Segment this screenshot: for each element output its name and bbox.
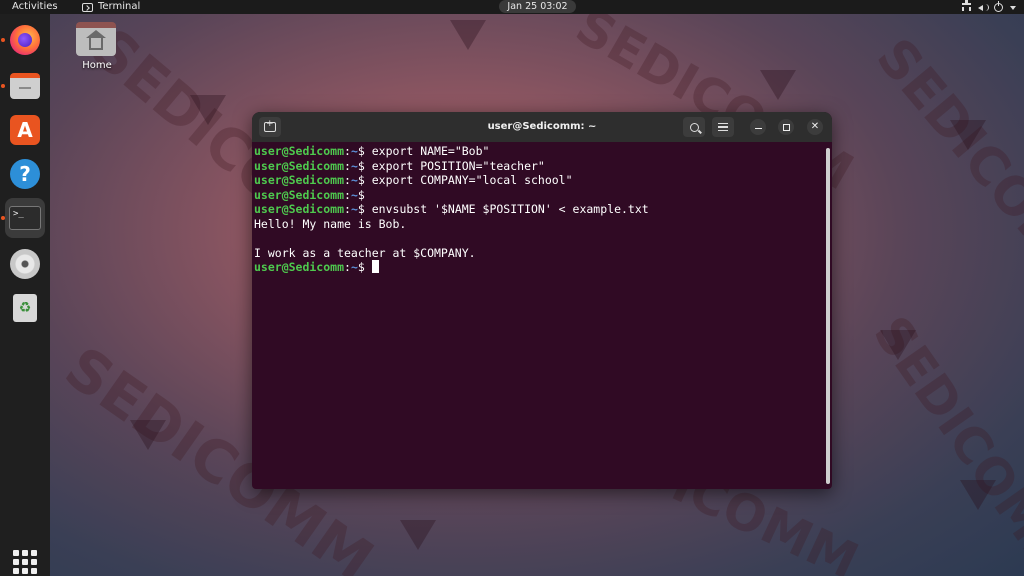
terminal-window[interactable]: user@Sedicomm: ~ ✕ user@Sedicomm:~$ expo… [252,112,832,489]
output-text: Hello! My name is Bob. [254,216,407,231]
prompt-path: ~ [350,173,358,187]
terminal-icon [82,2,93,12]
terminal-line: user@Sedicomm:~$ export POSITION="teache… [254,159,824,174]
command-text: export POSITION="teacher" [371,158,545,173]
close-button[interactable]: ✕ [807,119,823,135]
prompt-separator: : [344,144,351,158]
prompt-separator: : [344,260,351,274]
scrollbar[interactable] [826,148,830,484]
prompt-path: ~ [350,202,358,216]
prompt-user: user@Sedicomm [254,173,345,187]
clock[interactable]: Jan 25 03:02 [499,0,576,13]
dock-files[interactable] [5,66,45,106]
disc-icon [10,249,40,279]
watermark-triangle [400,520,436,550]
watermark-triangle [190,95,226,125]
terminal-line: user@Sedicomm:~$ export COMPANY="local s… [254,173,824,188]
text-cursor [371,260,379,273]
watermark-triangle [760,70,796,100]
network-icon [962,0,971,12]
prompt-path: ~ [350,260,358,274]
home-folder-icon [76,22,116,56]
maximize-button[interactable] [778,119,794,135]
minimize-button[interactable] [750,119,766,135]
dock-help[interactable]: ? [5,154,45,194]
command-text: export COMPANY="local school" [371,173,573,187]
watermark-text: SEDICOMM [864,27,1024,313]
trash-icon: ♻ [13,294,37,322]
window-title: user@Sedicomm: ~ [487,121,597,132]
command-text: export NAME="Bob" [371,144,490,158]
hamburger-menu-icon [718,123,728,131]
dock-trash[interactable]: ♻ [5,288,45,328]
search-button[interactable] [683,117,705,137]
minimize-icon [754,127,762,130]
top-bar: Activities Terminal Jan 25 03:02 [0,0,1024,14]
prompt-path: ~ [350,187,358,202]
command-text: envsubst '$NAME $POSITION' < example.txt [371,202,649,216]
prompt-symbol: $ [357,158,372,173]
terminal-titlebar[interactable]: user@Sedicomm: ~ ✕ [252,112,832,142]
terminal-line: Hello! My name is Bob. [254,217,824,232]
prompt-user: user@Sedicomm [254,187,345,202]
desktop-home-label: Home [82,60,112,71]
close-icon: ✕ [810,121,820,132]
terminal-line: user@Sedicomm:~$ [254,260,824,275]
prompt-user: user@Sedicomm [254,144,345,158]
watermark-triangle [960,480,996,510]
help-icon: ? [10,159,40,189]
terminal-output[interactable]: user@Sedicomm:~$ export NAME="Bob" user@S… [252,142,824,489]
output-text: I work as a teacher at $COMPANY. [254,245,476,260]
prompt-path: ~ [350,144,358,158]
dock-terminal[interactable]: >_ [5,198,45,238]
prompt-symbol: $ [357,202,372,216]
dock-software[interactable]: A [5,110,45,150]
files-icon [10,73,40,99]
terminal-line: I work as a teacher at $COMPANY. [254,246,824,261]
search-icon [689,122,699,132]
prompt-separator: : [344,173,351,187]
watermark-triangle [950,120,986,150]
watermark-triangle [880,330,916,360]
software-store-icon: A [10,115,40,145]
menu-button[interactable] [712,117,734,137]
app-menu-label: Terminal [98,1,141,12]
prompt-user: user@Sedicomm [254,158,345,173]
maximize-icon [782,123,790,131]
watermark-triangle [130,420,166,450]
terminal-line: user@Sedicomm:~$ export NAME="Bob" [254,144,824,159]
activities-button[interactable]: Activities [12,0,58,14]
terminal-icon: >_ [9,206,41,230]
dock-firefox[interactable] [5,20,45,60]
prompt-symbol: $ [357,260,372,274]
prompt-separator: : [344,158,351,173]
prompt-symbol: $ [357,173,372,187]
prompt-user: user@Sedicomm [254,202,345,216]
desktop-home-folder[interactable]: Home [76,22,118,71]
watermark-triangle [450,20,486,50]
prompt-symbol: $ [357,144,372,158]
dock-disc[interactable] [5,244,45,284]
volume-icon [978,3,989,12]
prompt-separator: : [344,202,351,216]
chevron-down-icon [1010,6,1016,10]
firefox-icon [10,25,40,55]
prompt-separator: : [344,187,351,202]
power-icon [994,0,1003,12]
prompt-path: ~ [350,158,358,173]
prompt-user: user@Sedicomm [254,260,345,274]
terminal-line: user@Sedicomm:~$ envsubst '$NAME $POSITI… [254,202,824,217]
dock: A ? >_ ♻ [0,14,50,576]
app-menu[interactable]: Terminal [82,0,140,14]
show-apps-button[interactable] [13,550,37,574]
terminal-line: user@Sedicomm:~$ [254,188,824,203]
prompt-symbol: $ [357,187,372,202]
system-menu[interactable] [962,0,1016,13]
